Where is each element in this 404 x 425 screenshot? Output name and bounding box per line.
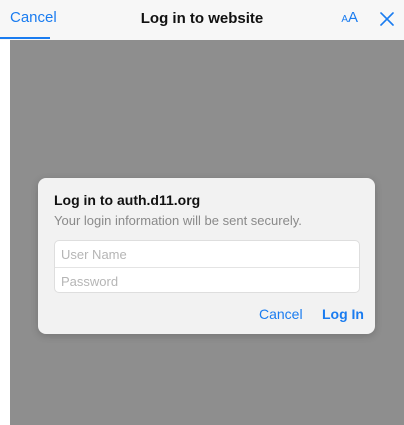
dialog-title: Log in to auth.d11.org [54,192,201,208]
close-icon[interactable] [380,12,394,26]
dialog-cancel-button[interactable]: Cancel [259,306,303,322]
username-field[interactable] [55,241,359,267]
text-size-small-glyph: A [341,14,348,25]
log-in-button[interactable]: Log In [322,306,364,322]
cancel-focus-underline [0,37,50,39]
login-dialog: Log in to auth.d11.org Your login inform… [38,178,375,334]
password-field[interactable] [55,268,359,292]
text-size-large-glyph: A [347,9,358,26]
navigation-bar: Cancel Log in to website AA [0,0,404,40]
credentials-fields [54,240,360,293]
dialog-subtitle: Your login information will be sent secu… [54,213,302,228]
text-size-button[interactable]: AA [341,10,358,28]
